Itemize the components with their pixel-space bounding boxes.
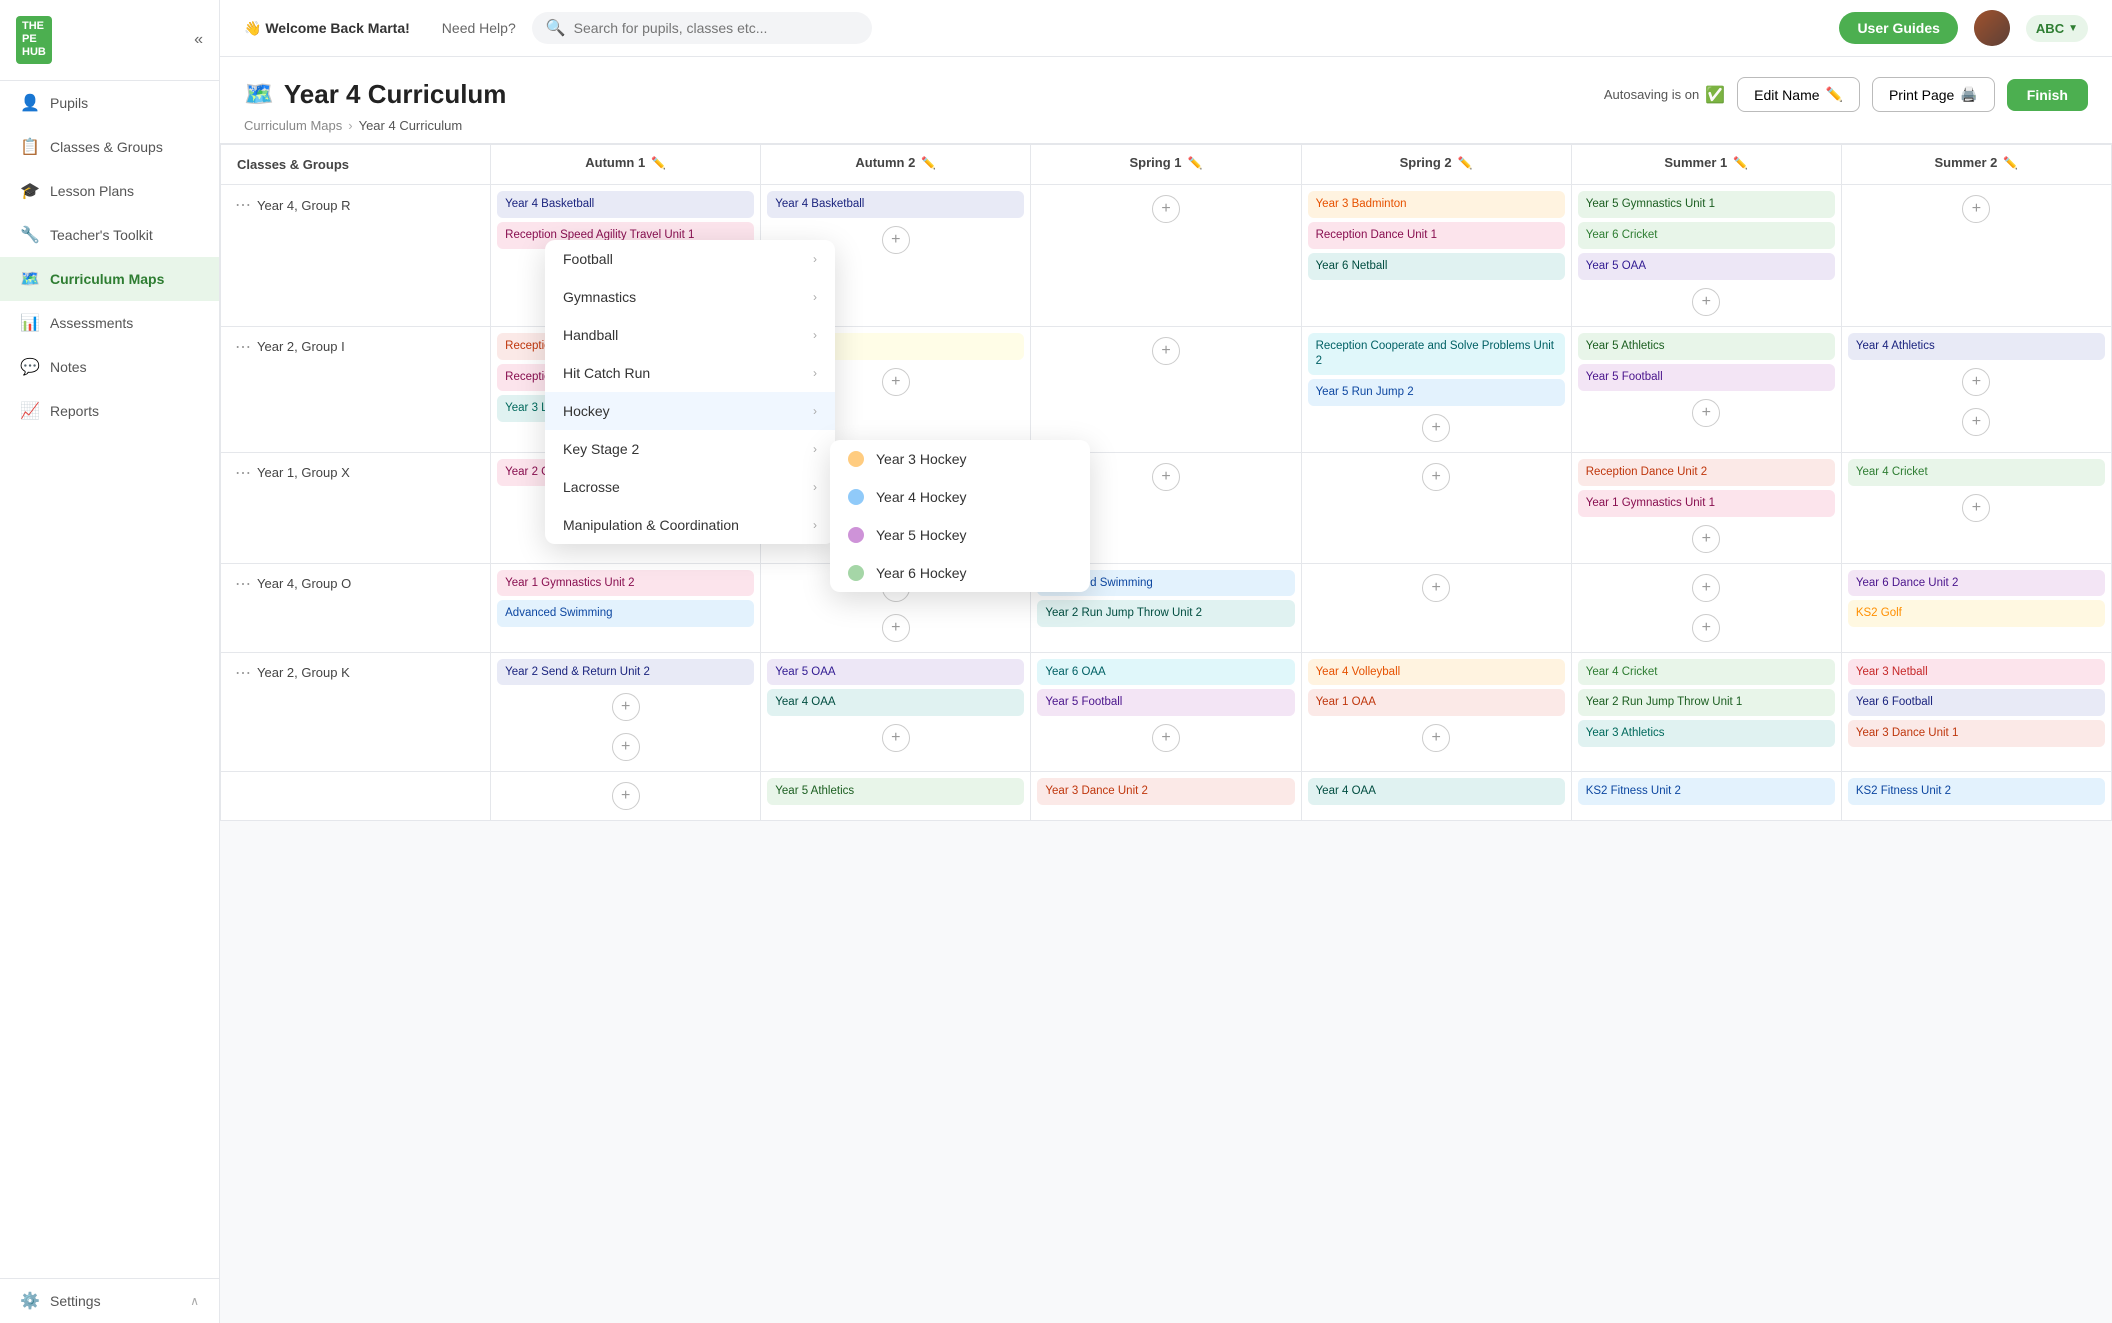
dropdown-item-hockey[interactable]: Hockey › — [545, 392, 835, 430]
dropdown-item-lacrosse[interactable]: Lacrosse › — [545, 468, 835, 506]
dropdown-label-lacrosse: Lacrosse — [563, 479, 620, 495]
dropdown-chevron-handball: › — [813, 328, 817, 342]
dropdown-chevron-lacrosse: › — [813, 480, 817, 494]
dropdown-chevron-key-stage-2: › — [813, 442, 817, 456]
dropdown-label-manipulation: Manipulation & Coordination — [563, 517, 739, 533]
submenu-item-year5-hockey[interactable]: Year 5 Hockey — [830, 516, 1090, 554]
dropdown-chevron-gymnastics: › — [813, 290, 817, 304]
dropdown-overlay[interactable] — [0, 0, 2112, 1323]
submenu-label-year6-hockey: Year 6 Hockey — [876, 565, 967, 581]
submenu-item-year4-hockey[interactable]: Year 4 Hockey — [830, 478, 1090, 516]
dropdown-label-key-stage-2: Key Stage 2 — [563, 441, 639, 457]
dropdown-items: Football›Gymnastics›Handball›Hit Catch R… — [545, 240, 835, 544]
dropdown-item-handball[interactable]: Handball › — [545, 316, 835, 354]
dropdown-label-handball: Handball — [563, 327, 618, 343]
dropdown-label-hit-catch-run: Hit Catch Run — [563, 365, 650, 381]
dropdown-chevron-manipulation: › — [813, 518, 817, 532]
submenu-items: Year 3 Hockey Year 4 Hockey Year 5 Hockey Y… — [830, 440, 1090, 592]
submenu-color-year5-hockey — [848, 527, 864, 543]
submenu-label-year3-hockey: Year 3 Hockey — [876, 451, 967, 467]
dropdown-menu: Football›Gymnastics›Handball›Hit Catch R… — [545, 240, 835, 544]
dropdown-chevron-football: › — [813, 252, 817, 266]
submenu: Year 3 Hockey Year 4 Hockey Year 5 Hockey Y… — [830, 440, 1090, 592]
dropdown-item-hit-catch-run[interactable]: Hit Catch Run › — [545, 354, 835, 392]
dropdown-item-key-stage-2[interactable]: Key Stage 2 › — [545, 430, 835, 468]
submenu-item-year3-hockey[interactable]: Year 3 Hockey — [830, 440, 1090, 478]
submenu-label-year5-hockey: Year 5 Hockey — [876, 527, 967, 543]
submenu-item-year6-hockey[interactable]: Year 6 Hockey — [830, 554, 1090, 592]
dropdown-item-manipulation[interactable]: Manipulation & Coordination › — [545, 506, 835, 544]
dropdown-chevron-hockey: › — [813, 404, 817, 418]
dropdown-label-gymnastics: Gymnastics — [563, 289, 636, 305]
submenu-color-year6-hockey — [848, 565, 864, 581]
submenu-color-year3-hockey — [848, 451, 864, 467]
dropdown-item-gymnastics[interactable]: Gymnastics › — [545, 278, 835, 316]
submenu-label-year4-hockey: Year 4 Hockey — [876, 489, 967, 505]
dropdown-item-football[interactable]: Football › — [545, 240, 835, 278]
dropdown-label-hockey: Hockey — [563, 403, 610, 419]
dropdown-chevron-hit-catch-run: › — [813, 366, 817, 380]
dropdown-label-football: Football — [563, 251, 613, 267]
submenu-color-year4-hockey — [848, 489, 864, 505]
